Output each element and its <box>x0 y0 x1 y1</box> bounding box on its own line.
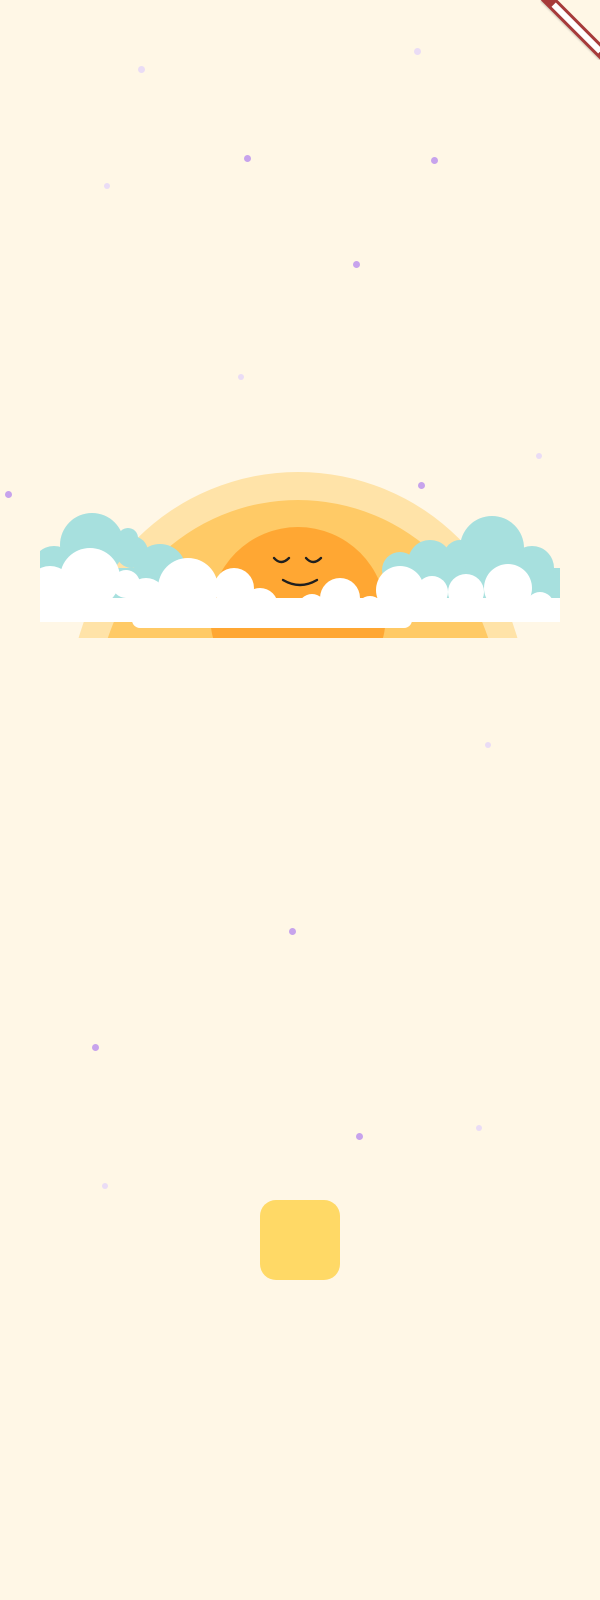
decor-dot <box>414 48 421 55</box>
decor-dot <box>431 157 438 164</box>
decor-dot <box>289 928 296 935</box>
decor-dot <box>5 491 12 498</box>
decor-dot <box>485 742 491 748</box>
decor-dot <box>356 1133 363 1140</box>
decor-dot <box>238 374 244 380</box>
continue-button[interactable] <box>260 1200 340 1280</box>
sleeping-sun-illustration <box>40 470 560 645</box>
decor-dot <box>536 453 542 459</box>
decor-dot <box>92 1044 99 1051</box>
decor-dot <box>138 66 145 73</box>
decor-dot <box>102 1183 108 1189</box>
decor-dot <box>353 261 360 268</box>
decor-dot <box>104 183 110 189</box>
decor-dot <box>476 1125 482 1131</box>
debug-banner-band <box>540 0 600 60</box>
debug-banner <box>540 0 600 60</box>
sleeping-sun-icon <box>40 472 560 638</box>
decor-dot <box>244 155 251 162</box>
